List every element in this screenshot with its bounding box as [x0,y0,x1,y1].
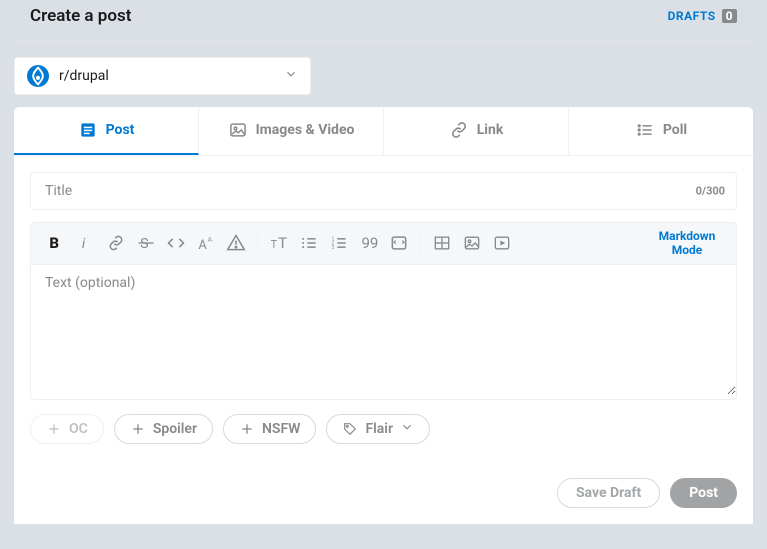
svg-text:A: A [199,238,207,253]
post-submit-button[interactable]: Post [670,478,737,508]
tab-poll[interactable]: Poll [569,107,753,155]
bold-button[interactable]: B [41,228,71,258]
heading-button[interactable]: TT [264,228,294,258]
plus-icon [239,421,255,437]
inline-code-button[interactable] [161,228,191,258]
svg-text:i: i [82,236,86,252]
spoiler-tag-label: Spoiler [153,421,197,437]
strikethrough-button[interactable]: S [131,228,161,258]
tab-images-video[interactable]: Images & Video [199,107,384,155]
tab-poll-label: Poll [663,122,687,138]
nsfw-tag-button[interactable]: NSFW [223,414,316,444]
link-button[interactable] [101,228,131,258]
oc-tag-label: OC [69,421,88,437]
community-selector[interactable]: r/drupal [14,57,311,95]
svg-text:3: 3 [332,245,335,251]
tab-post-label: Post [106,122,135,138]
svg-text:99: 99 [362,234,379,252]
toolbar-separator [257,234,258,252]
tab-post[interactable]: Post [14,107,199,155]
composer-actions: Save Draft Post [30,478,737,508]
community-icon [27,65,49,87]
create-post-header: Create a post DRAFTS 0 [14,0,753,41]
title-field-wrapper: 0/300 [30,172,737,210]
svg-text:B: B [49,234,59,252]
title-input[interactable] [30,172,737,210]
plus-icon [46,421,62,437]
plus-icon [130,421,146,437]
image-button[interactable] [457,228,487,258]
quote-button[interactable]: 99 [354,228,384,258]
flair-tag-label: Flair [365,421,393,437]
svg-text:T: T [278,234,287,252]
svg-text:T: T [271,238,278,251]
bulleted-list-button[interactable] [294,228,324,258]
numbered-list-button[interactable]: 123 [324,228,354,258]
post-submit-label: Post [689,485,718,501]
italic-button[interactable]: i [71,228,101,258]
composer-tabs: Post Images & Video Link Poll [14,107,753,156]
post-tags-row: OC Spoiler NSFW Flair [30,414,737,444]
drafts-count-badge: 0 [722,9,737,23]
svg-text:S: S [140,236,148,252]
chevron-down-icon [284,67,298,85]
page-title: Create a post [30,6,131,26]
drafts-label: DRAFTS [668,9,716,23]
body-textarea[interactable] [31,265,736,395]
chevron-down-icon [400,420,414,438]
tag-icon [342,421,358,437]
title-char-counter: 0/300 [696,185,725,198]
svg-text:A: A [208,236,213,244]
toolbar-separator [420,234,421,252]
save-draft-label: Save Draft [576,485,641,501]
tab-link-label: Link [477,122,504,138]
drafts-link[interactable]: DRAFTS 0 [668,9,737,23]
editor-box: B i S AA [30,222,737,400]
tab-link[interactable]: Link [384,107,569,155]
table-button[interactable] [427,228,457,258]
code-block-button[interactable] [384,228,414,258]
tab-images-label: Images & Video [256,122,355,138]
video-button[interactable] [487,228,517,258]
spoiler-button[interactable] [221,228,251,258]
flair-tag-button[interactable]: Flair [326,414,430,444]
post-editor-card: Post Images & Video Link Poll 0/300 B [14,107,753,524]
spoiler-tag-button[interactable]: Spoiler [114,414,213,444]
community-name: r/drupal [59,68,284,84]
superscript-button[interactable]: AA [191,228,221,258]
oc-tag-button: OC [30,414,104,444]
editor-toolbar: B i S AA [31,223,736,265]
markdown-mode-toggle[interactable]: Markdown Mode [648,227,726,260]
save-draft-button[interactable]: Save Draft [557,478,660,508]
nsfw-tag-label: NSFW [262,421,300,437]
